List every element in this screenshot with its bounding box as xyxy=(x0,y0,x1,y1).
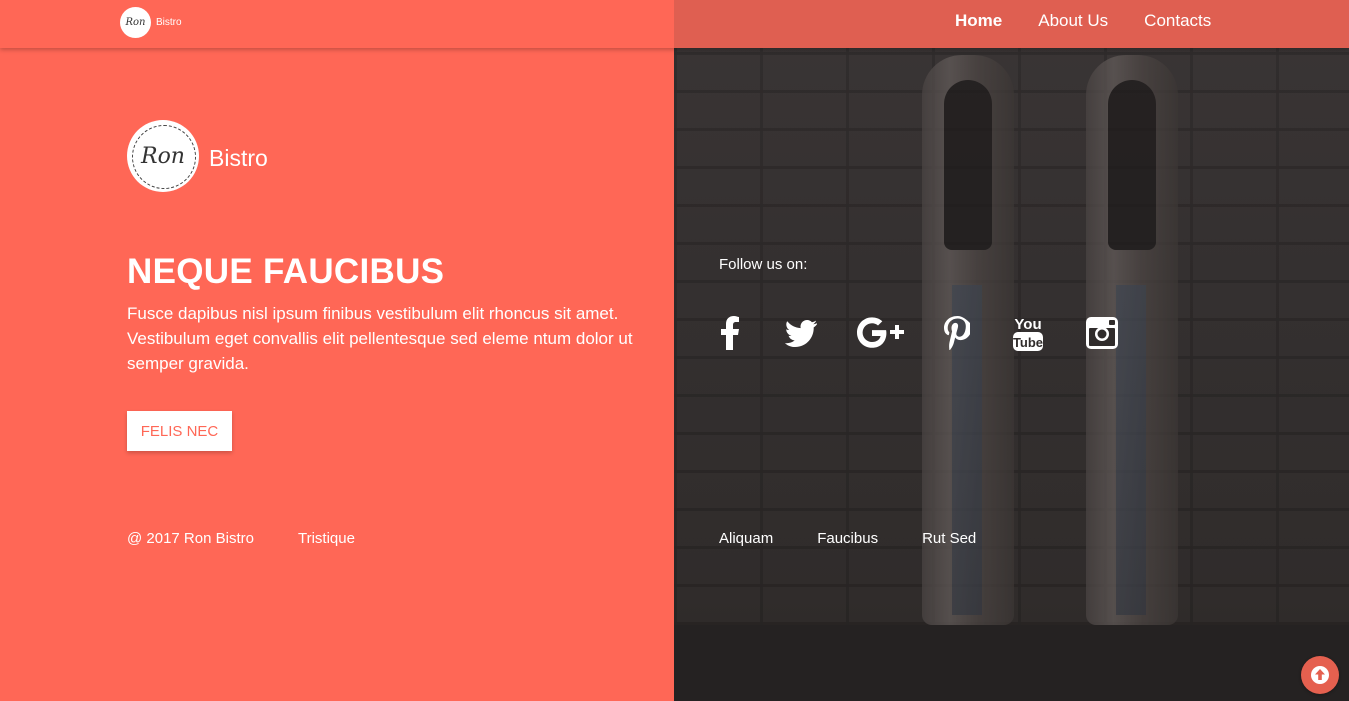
scroll-to-top-button[interactable] xyxy=(1301,656,1339,694)
footer-right: Aliquam Faucibus Rut Sed xyxy=(719,530,1020,547)
google-plus-icon[interactable] xyxy=(857,310,905,356)
header-logo-text: Ron xyxy=(125,17,146,28)
hero-logo: Ron xyxy=(127,120,199,192)
youtube-icon[interactable]: You Tube xyxy=(1012,310,1044,356)
nav-contacts[interactable]: Contacts xyxy=(1144,11,1211,31)
header-logo[interactable]: Ron xyxy=(120,7,151,38)
footer-link-faucibus[interactable]: Faucibus xyxy=(817,530,878,547)
hero-brand-name: Bistro xyxy=(209,145,268,171)
footer-link-rut-sed[interactable]: Rut Sed xyxy=(922,530,976,547)
instagram-icon[interactable] xyxy=(1086,310,1118,356)
header-brand-name[interactable]: Bistro xyxy=(156,17,182,28)
hero-title: NEQUE FAUCIBUS xyxy=(127,252,445,291)
floor-band xyxy=(674,625,1349,701)
svg-text:Tube: Tube xyxy=(1013,335,1043,350)
social-icons: You Tube xyxy=(712,310,1118,356)
hero-description: Fusce dapibus nisl ipsum finibus vestibu… xyxy=(127,304,633,373)
hero-logo-text: Ron xyxy=(141,143,185,169)
footer-left: @ 2017 Ron Bistro Tristique xyxy=(127,530,355,547)
twitter-icon[interactable] xyxy=(783,310,819,356)
follow-us-label: Follow us on: xyxy=(719,256,808,273)
copyright-text: @ 2017 Ron Bistro xyxy=(127,530,254,547)
nav-home[interactable]: Home xyxy=(955,11,1002,31)
footer-link-tristique[interactable]: Tristique xyxy=(298,530,355,547)
arrow-up-circle-icon xyxy=(1311,666,1329,684)
footer-link-aliquam[interactable]: Aliquam xyxy=(719,530,773,547)
header-left xyxy=(0,0,674,48)
pinterest-icon[interactable] xyxy=(943,310,971,356)
felis-nec-button[interactable]: FELIS NEC xyxy=(127,411,232,451)
nav-about-us[interactable]: About Us xyxy=(1038,11,1108,31)
svg-text:You: You xyxy=(1014,316,1041,333)
main-nav: Home About Us Contacts xyxy=(937,11,1229,31)
facebook-icon[interactable] xyxy=(712,310,748,356)
